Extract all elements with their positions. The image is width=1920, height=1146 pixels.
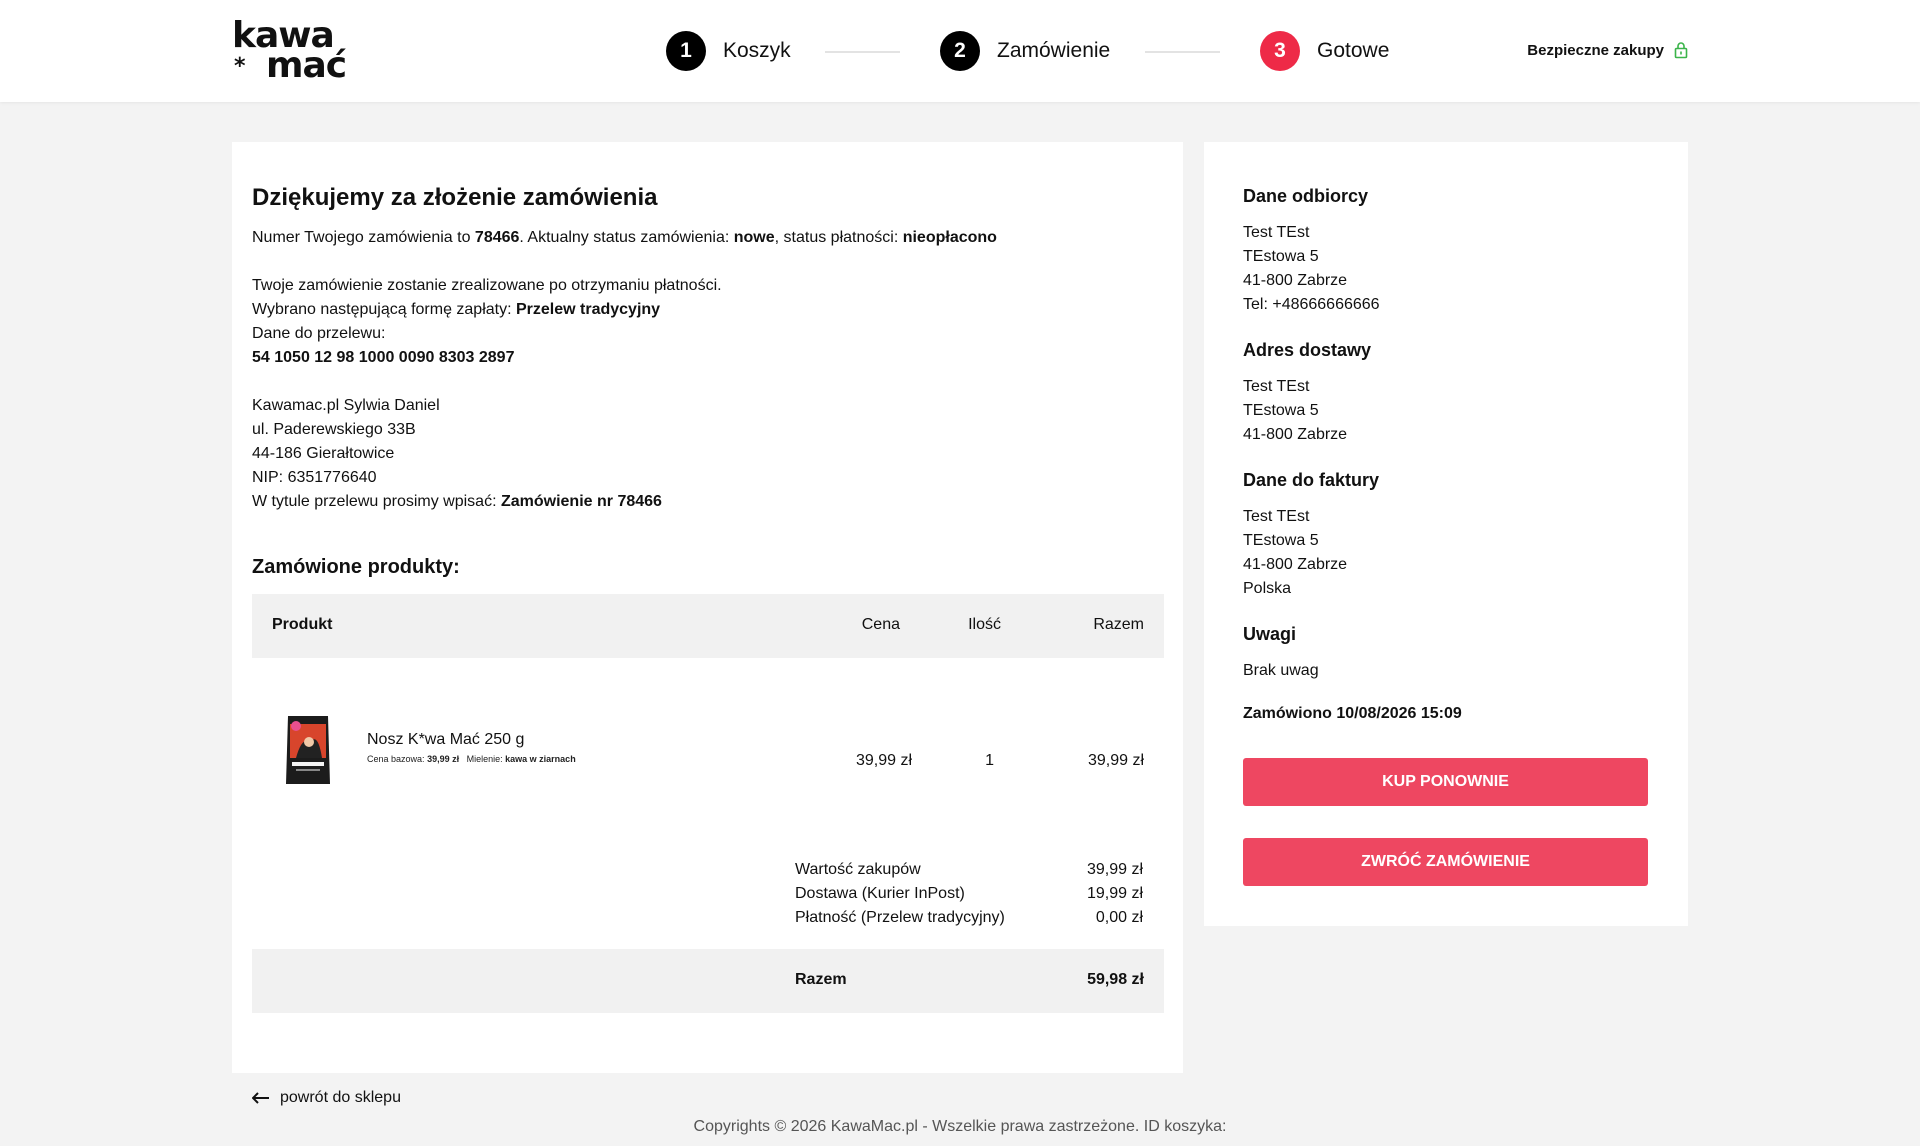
base-price: 39,99 zł xyxy=(427,754,460,764)
product-price: 39,99 zł xyxy=(855,752,912,769)
recipient-line: TEstowa 5 xyxy=(1243,248,1319,265)
order-details-sidebar: Dane odbiorcy Test TEst TEstowa 5 41-800… xyxy=(1204,142,1688,926)
return-order-button[interactable]: ZWRÓĆ ZAMÓWIENIE xyxy=(1243,838,1648,886)
invoice-line: Test TEst xyxy=(1243,508,1310,525)
text: Numer Twojego zamówienia to xyxy=(252,229,475,246)
secure-shopping: Bezpieczne zakupy xyxy=(1527,41,1688,59)
summary-delivery-label: Dostawa (Kurier InPost) xyxy=(795,885,965,902)
payment-form-line: Wybrano następującą formę zapłaty: Przel… xyxy=(252,300,660,320)
header-qty: Ilość xyxy=(968,616,1001,633)
total-label: Razem xyxy=(795,971,847,988)
table-row: Nosz K*wa Mać 250 g Cena bazowa: 39,99 z… xyxy=(252,682,1164,812)
transfer-title: Zamówienie nr 78466 xyxy=(500,493,662,510)
header-product: Produkt xyxy=(272,616,333,633)
footer-copyright: Copyrights © 2026 KawaMac.pl - Wszelkie … xyxy=(693,1118,1227,1135)
recipient-line: 41-800 Zabrze xyxy=(1243,272,1348,289)
delivery-line: TEstowa 5 xyxy=(1243,402,1319,419)
secure-label: Bezpieczne zakupy xyxy=(1527,41,1664,59)
summary-payment-value: 0,00 zł xyxy=(1095,909,1143,926)
text: , status płatności: xyxy=(774,229,903,246)
logo-line2: mać xyxy=(266,45,347,86)
product-meta: Cena bazowa: 39,99 zł Mielenie: kawa w z… xyxy=(367,754,576,764)
step-cart: 1 Koszyk xyxy=(666,31,791,71)
logo[interactable]: kawa * mać xyxy=(232,18,347,84)
back-to-shop-link[interactable]: powrót do sklepu xyxy=(252,1089,401,1107)
total-value: 59,98 zł xyxy=(1087,971,1144,988)
back-label: powrót do sklepu xyxy=(280,1089,401,1106)
order-number: 78466 xyxy=(474,229,520,246)
realize-note: Twoje zamówienie zostanie zrealizowane p… xyxy=(252,277,722,294)
logo-star: * xyxy=(234,54,246,79)
account-number: 54 1050 12 98 1000 0090 8303 2897 xyxy=(252,348,514,368)
step-number: 1 xyxy=(666,31,706,71)
lock-icon xyxy=(1674,42,1688,59)
text: Wybrano następującą formę zapłaty: xyxy=(252,301,516,318)
company-nip: NIP: 6351776640 xyxy=(252,469,377,486)
recipient-title: Dane odbiorcy xyxy=(1243,186,1369,206)
company-street: ul. Paderewskiego 33B xyxy=(252,421,416,438)
transfer-data-label: Dane do przelewu: xyxy=(252,325,386,342)
product-image[interactable] xyxy=(282,712,334,788)
recipient-line: Tel: +48666666666 xyxy=(1243,296,1380,313)
order-status: nowe xyxy=(733,229,775,246)
products-table-header: Produkt Cena Ilość Razem xyxy=(252,594,1164,658)
text: Mielenie: xyxy=(466,754,503,764)
summary-payment-label: Płatność (Przelew tradycyjny) xyxy=(795,909,1005,926)
notes-title: Uwagi xyxy=(1243,624,1297,644)
header: kawa * mać 1 Koszyk 2 Zamówienie 3 Gotow… xyxy=(0,0,1920,102)
invoice-line: Polska xyxy=(1243,580,1292,597)
invoice-line: 41-800 Zabrze xyxy=(1243,556,1348,573)
company-city: 44-186 Gierałtowice xyxy=(252,445,395,462)
transfer-title-line: W tytule przelewu prosimy wpisać: Zamówi… xyxy=(252,492,662,512)
ordered-at: Zamówiono 10/08/2026 15:09 xyxy=(1243,705,1462,722)
step-connector xyxy=(825,51,900,53)
product-total: 39,99 zł xyxy=(1087,752,1144,769)
text: Cena bazowa: xyxy=(367,754,425,764)
text: W tytule przelewu prosimy wpisać: xyxy=(252,493,501,510)
invoice-line: TEstowa 5 xyxy=(1243,532,1319,549)
header-price: Cena xyxy=(861,616,900,633)
invoice-title: Dane do faktury xyxy=(1243,470,1380,490)
products-title: Zamówione produkty: xyxy=(252,556,460,578)
product-qty: 1 xyxy=(985,752,994,769)
step-number: 3 xyxy=(1260,31,1300,71)
buy-again-button[interactable]: KUP PONOWNIE xyxy=(1243,758,1648,806)
arrow-left-icon xyxy=(252,1092,269,1104)
header-total: Razem xyxy=(1093,616,1144,633)
recipient-line: Test TEst xyxy=(1243,224,1310,241)
company-name: Kawamac.pl Sylwia Daniel xyxy=(252,397,440,414)
order-status-line: Numer Twojego zamówienia to 78466. Aktua… xyxy=(252,228,997,248)
text: . Aktualny status zamówienia: xyxy=(519,229,734,246)
payment-status: nieopłacono xyxy=(902,229,997,246)
step-label: Zamówienie xyxy=(997,39,1111,62)
page-title: Dziękujemy za złożenie zamówienia xyxy=(252,184,658,211)
step-label: Koszyk xyxy=(723,39,791,62)
step-number: 2 xyxy=(940,31,980,71)
order-confirmation-card: Dziękujemy za złożenie zamówienia Numer … xyxy=(232,142,1183,1073)
account-number-value: 54 1050 12 98 1000 0090 8303 2897 xyxy=(252,349,515,366)
delivery-line: 41-800 Zabrze xyxy=(1243,426,1348,443)
payment-form: Przelew tradycyjny xyxy=(516,301,661,318)
summary-purchase-value: 39,99 zł xyxy=(1086,861,1143,878)
summary-delivery-value: 19,99 zł xyxy=(1086,885,1143,902)
step-order: 2 Zamówienie xyxy=(940,31,1110,71)
summary-purchase-label: Wartość zakupów xyxy=(795,861,921,878)
delivery-title: Adres dostawy xyxy=(1243,340,1372,360)
product-name[interactable]: Nosz K*wa Mać 250 g xyxy=(367,731,524,749)
step-connector xyxy=(1145,51,1220,53)
notes-text: Brak uwag xyxy=(1243,662,1319,679)
step-label: Gotowe xyxy=(1317,39,1390,62)
step-done: 3 Gotowe xyxy=(1260,31,1389,71)
delivery-line: Test TEst xyxy=(1243,378,1310,395)
grind: kawa w ziarnach xyxy=(505,754,576,764)
total-bar: Razem 59,98 zł xyxy=(252,949,1164,1013)
